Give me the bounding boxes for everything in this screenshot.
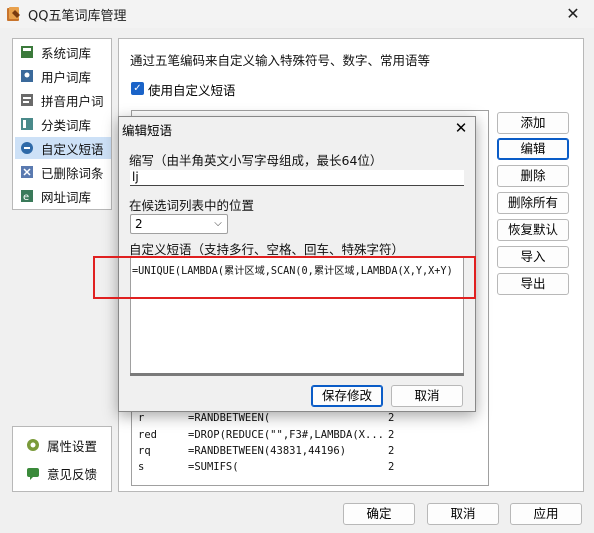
settings-label: 属性设置 <box>47 438 98 454</box>
sidebar-item-label: 自定义短语 <box>41 141 104 157</box>
feedback-label: 意见反馈 <box>47 466 98 482</box>
table-row[interactable]: red <box>138 429 157 441</box>
gear-icon <box>25 437 41 453</box>
import-button[interactable]: 导入 <box>497 246 569 268</box>
abbr-label: 缩写（由半角英文小写字母组成，最长64位） <box>129 153 383 168</box>
restore-default-button[interactable]: 恢复默认 <box>497 219 569 241</box>
window-title: QQ五笔词库管理 <box>28 9 127 24</box>
app-logo-icon <box>6 6 22 22</box>
sidebar-bottom-panel: 属性设置 意见反馈 <box>12 426 112 492</box>
custom-phrase-icon <box>19 140 35 156</box>
user-book-icon <box>19 68 35 84</box>
table-row[interactable]: r <box>138 412 144 424</box>
apply-button[interactable]: 应用 <box>510 503 582 525</box>
feedback-button[interactable]: 意见反馈 <box>21 462 117 484</box>
row-phrase: =RANDBETWEEN(43831,44196) <box>188 445 347 457</box>
row-phrase: =SUMIFS( <box>188 461 239 473</box>
delete-button[interactable]: 删除 <box>497 165 569 187</box>
add-button[interactable]: 添加 <box>497 112 569 134</box>
table-row[interactable]: rq <box>138 445 151 457</box>
row-phrase: =DROP(REDUCE("",F3#,LAMBDA(X... <box>188 429 384 441</box>
ok-button[interactable]: 确定 <box>343 503 415 525</box>
category-book-icon <box>19 116 35 132</box>
sidebar-item-label: 用户词库 <box>41 69 92 85</box>
pinyin-book-icon <box>19 92 35 108</box>
dialog-close-button[interactable]: ✕ <box>448 117 474 139</box>
edit-button[interactable]: 编辑 <box>497 138 569 160</box>
feedback-icon <box>25 465 41 481</box>
sidebar-item-label: 系统词库 <box>41 45 92 61</box>
sidebar-item-label: 拼音用户词 <box>41 93 104 109</box>
url-book-icon: e <box>19 188 35 204</box>
delete-all-button[interactable]: 删除所有 <box>497 192 569 214</box>
dialog-cancel-button[interactable]: 取消 <box>391 385 463 407</box>
settings-button[interactable]: 属性设置 <box>21 434 117 456</box>
cancel-button[interactable]: 取消 <box>427 503 499 525</box>
book-icon <box>19 44 35 60</box>
position-label: 在候选词列表中的位置 <box>129 198 255 213</box>
table-row[interactable]: s <box>138 461 144 473</box>
use-custom-label: 使用自定义短语 <box>148 83 236 98</box>
use-custom-checkbox[interactable]: ✓ <box>131 82 144 95</box>
sidebar-item-label: 已删除词条 <box>41 165 104 181</box>
svg-text:e: e <box>23 192 29 203</box>
row-phrase: =RANDBETWEEN( <box>188 412 271 424</box>
sidebar-item-url[interactable]: e 网址词库 <box>15 185 111 207</box>
row-position: 2 <box>388 412 395 424</box>
sidebar: 系统词库 用户词库 拼音用户词 分类词库 自定义短语 已删除词条 e 网址词库 <box>12 38 112 210</box>
sidebar-item-system[interactable]: 系统词库 <box>15 41 111 63</box>
sidebar-item-user[interactable]: 用户词库 <box>15 65 111 87</box>
save-changes-button[interactable]: 保存修改 <box>311 385 383 407</box>
sidebar-item-category[interactable]: 分类词库 <box>15 113 111 135</box>
deleted-book-icon <box>19 164 35 180</box>
dialog-title: 编辑短语 <box>122 123 173 138</box>
row-position: 2 <box>388 461 395 473</box>
abbr-input[interactable]: lj <box>130 170 464 186</box>
sidebar-item-deleted[interactable]: 已删除词条 <box>15 161 111 183</box>
sidebar-item-pinyin[interactable]: 拼音用户词 <box>15 89 111 111</box>
sidebar-item-label: 分类词库 <box>41 117 92 133</box>
description-text: 通过五笔编码来自定义输入特殊符号、数字、常用语等 <box>130 53 431 68</box>
row-position: 2 <box>388 429 395 441</box>
horizontal-scrollbar[interactable] <box>130 373 464 376</box>
highlight-box <box>93 256 476 299</box>
window-close-button[interactable]: ✕ <box>560 3 586 25</box>
export-button[interactable]: 导出 <box>497 273 569 295</box>
sidebar-item-label: 网址词库 <box>41 189 92 205</box>
sidebar-item-custom-phrase[interactable]: 自定义短语 <box>15 137 111 159</box>
row-position: 2 <box>388 445 395 457</box>
chevron-down-icon[interactable]: ⌵ <box>208 214 228 234</box>
